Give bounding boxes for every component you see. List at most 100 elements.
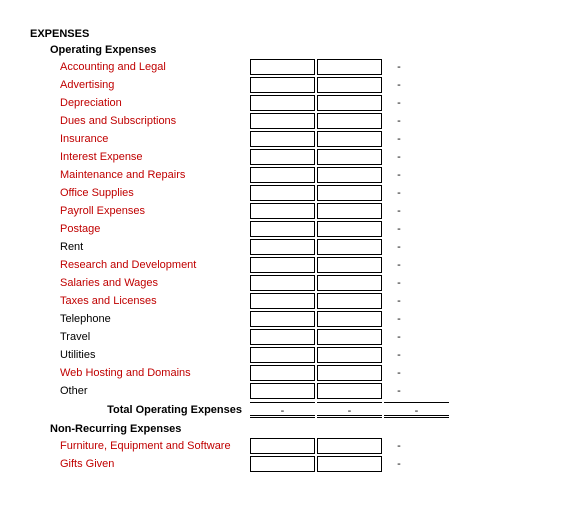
expense-label: Postage bbox=[30, 223, 250, 235]
expenses-title: EXPENSES bbox=[30, 28, 555, 40]
operating-item-row: Postage - bbox=[30, 220, 555, 238]
expense-label: Utilities bbox=[30, 349, 250, 361]
operating-item-row: Dues and Subscriptions - bbox=[30, 112, 555, 130]
expense-dash: - bbox=[384, 115, 414, 127]
operating-item-row: Other - bbox=[30, 382, 555, 400]
expense-dash: - bbox=[384, 223, 414, 235]
non-recurring-dash: - bbox=[384, 458, 414, 470]
operating-item-row: Salaries and Wages - bbox=[30, 274, 555, 292]
expense-dash: - bbox=[384, 349, 414, 361]
expense-cell-2[interactable] bbox=[317, 167, 382, 183]
operating-item-row: Office Supplies- bbox=[30, 184, 555, 202]
expense-cell-1[interactable] bbox=[250, 257, 315, 273]
expense-cell-1[interactable] bbox=[250, 59, 315, 75]
expense-cell-2[interactable] bbox=[317, 131, 382, 147]
expense-cell-2[interactable] bbox=[317, 95, 382, 111]
expense-cell-1[interactable] bbox=[250, 167, 315, 183]
expense-cell-2[interactable] bbox=[317, 383, 382, 399]
non-recurring-items-list: Furniture, Equipment and Software-Gifts … bbox=[30, 437, 555, 473]
operating-item-row: Insurance- bbox=[30, 130, 555, 148]
expense-cell-2[interactable] bbox=[317, 59, 382, 75]
expense-label: Payroll Expenses bbox=[30, 205, 250, 217]
total-col3: - bbox=[384, 402, 449, 418]
expense-label: Rent bbox=[30, 241, 250, 253]
expense-dash: - bbox=[384, 331, 414, 343]
expense-cell-2[interactable] bbox=[317, 365, 382, 381]
operating-item-row: Research and Development- bbox=[30, 256, 555, 274]
expense-label: Telephone bbox=[30, 313, 250, 325]
expense-cell-1[interactable] bbox=[250, 275, 315, 291]
expense-label: Research and Development bbox=[30, 259, 250, 271]
expense-cell-1[interactable] bbox=[250, 239, 315, 255]
expense-cell-2[interactable] bbox=[317, 329, 382, 345]
expense-cell-2[interactable] bbox=[317, 77, 382, 93]
expense-cell-2[interactable] bbox=[317, 221, 382, 237]
expense-label: Salaries and Wages bbox=[30, 277, 250, 289]
expenses-section: EXPENSES Operating Expenses Accounting a… bbox=[30, 28, 555, 473]
expense-label: Dues and Subscriptions bbox=[30, 115, 250, 127]
expense-label: Other bbox=[30, 385, 250, 397]
operating-item-row: Telephone - bbox=[30, 310, 555, 328]
expense-cell-1[interactable] bbox=[250, 149, 315, 165]
expense-dash: - bbox=[384, 367, 414, 379]
expense-cell-2[interactable] bbox=[317, 257, 382, 273]
non-recurring-cell-2[interactable] bbox=[317, 456, 382, 472]
expense-cell-2[interactable] bbox=[317, 311, 382, 327]
operating-item-row: Accounting and Legal - bbox=[30, 58, 555, 76]
non-recurring-label: Gifts Given bbox=[30, 458, 250, 470]
non-recurring-cell-1[interactable] bbox=[250, 456, 315, 472]
expense-cell-1[interactable] bbox=[250, 113, 315, 129]
expense-cell-1[interactable] bbox=[250, 203, 315, 219]
total-operating-label: Total Operating Expenses bbox=[30, 404, 250, 416]
expense-cell-2[interactable] bbox=[317, 347, 382, 363]
expense-dash: - bbox=[384, 241, 414, 253]
expense-cell-2[interactable] bbox=[317, 275, 382, 291]
expense-cell-1[interactable] bbox=[250, 365, 315, 381]
expense-cell-2[interactable] bbox=[317, 149, 382, 165]
operating-item-row: Utilities - bbox=[30, 346, 555, 364]
non-recurring-item-row: Furniture, Equipment and Software- bbox=[30, 437, 555, 455]
expense-dash: - bbox=[384, 61, 414, 73]
expense-cell-2[interactable] bbox=[317, 185, 382, 201]
operating-item-row: Travel - bbox=[30, 328, 555, 346]
expense-cell-1[interactable] bbox=[250, 95, 315, 111]
total-col2: - bbox=[317, 402, 382, 418]
non-recurring-cell-2[interactable] bbox=[317, 438, 382, 454]
expense-label: Insurance bbox=[30, 133, 250, 145]
non-recurring-item-row: Gifts Given - bbox=[30, 455, 555, 473]
expense-cell-1[interactable] bbox=[250, 329, 315, 345]
expense-label: Travel bbox=[30, 331, 250, 343]
expense-cell-2[interactable] bbox=[317, 293, 382, 309]
operating-item-row: Depreciation- bbox=[30, 94, 555, 112]
expense-cell-2[interactable] bbox=[317, 239, 382, 255]
expense-cell-1[interactable] bbox=[250, 293, 315, 309]
non-recurring-cell-1[interactable] bbox=[250, 438, 315, 454]
expense-dash: - bbox=[384, 169, 414, 181]
expense-cell-2[interactable] bbox=[317, 113, 382, 129]
expense-label: Interest Expense bbox=[30, 151, 250, 163]
expense-cell-1[interactable] bbox=[250, 347, 315, 363]
operating-item-row: Taxes and Licenses- bbox=[30, 292, 555, 310]
expense-dash: - bbox=[384, 79, 414, 91]
expense-dash: - bbox=[384, 277, 414, 289]
expense-label: Advertising bbox=[30, 79, 250, 91]
expense-dash: - bbox=[384, 97, 414, 109]
expense-dash: - bbox=[384, 313, 414, 325]
expense-label: Taxes and Licenses bbox=[30, 295, 250, 307]
operating-expenses-header: Operating Expenses bbox=[50, 44, 555, 56]
expense-cell-1[interactable] bbox=[250, 311, 315, 327]
expense-cell-1[interactable] bbox=[250, 77, 315, 93]
non-recurring-header: Non-Recurring Expenses bbox=[50, 423, 555, 435]
expense-cell-1[interactable] bbox=[250, 221, 315, 237]
total-operating-row: Total Operating Expenses - - - bbox=[30, 401, 555, 419]
expense-cell-1[interactable] bbox=[250, 383, 315, 399]
expense-label: Accounting and Legal bbox=[30, 61, 250, 73]
expense-cell-1[interactable] bbox=[250, 131, 315, 147]
non-recurring-dash: - bbox=[384, 440, 414, 452]
expense-cell-1[interactable] bbox=[250, 185, 315, 201]
expense-label: Web Hosting and Domains bbox=[30, 367, 250, 379]
expense-dash: - bbox=[384, 385, 414, 397]
operating-item-row: Payroll Expenses- bbox=[30, 202, 555, 220]
expense-cell-2[interactable] bbox=[317, 203, 382, 219]
operating-item-row: Rent - bbox=[30, 238, 555, 256]
